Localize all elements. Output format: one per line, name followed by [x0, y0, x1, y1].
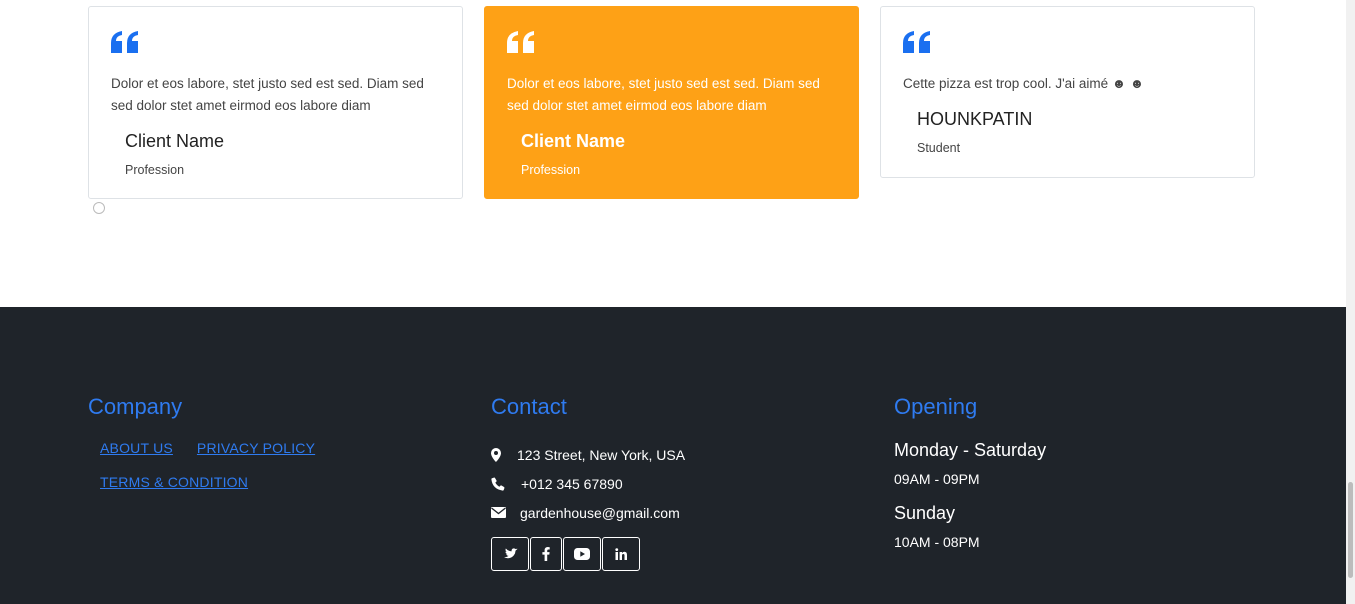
client-name: Client Name — [521, 131, 626, 151]
client-profession: Profession — [125, 163, 185, 177]
address-text: 123 Street, New York, USA — [517, 446, 686, 463]
twitter-button[interactable] — [491, 537, 529, 571]
phone-text: +012 345 67890 — [521, 475, 623, 492]
footer-opening: Opening Monday - Saturday 09AM - 09PM Su… — [894, 394, 1046, 566]
address-row: 123 Street, New York, USA — [491, 440, 685, 469]
company-title: Company — [88, 394, 183, 419]
testimonial-card: Cette pizza est trop cool. J'ai aimé ☻ ☻… — [880, 6, 1255, 178]
envelope-icon — [491, 507, 520, 518]
youtube-button[interactable] — [563, 537, 601, 571]
social-links — [491, 537, 685, 571]
opening-hours-weekdays: 09AM - 09PM — [894, 471, 980, 487]
client-name: HOUNKPATIN — [917, 109, 1033, 129]
quote-icon — [507, 31, 534, 53]
testimonial-card-active: Dolor et eos labore, stet justo sed est … — [484, 6, 859, 199]
footer-company: Company ABOUT US PRIVACY POLICY TERMS & C… — [88, 394, 339, 508]
phone-row: +012 345 67890 — [491, 469, 685, 498]
linkedin-button[interactable] — [602, 537, 640, 571]
testimonial-text: Dolor et eos labore, stet justo sed est … — [507, 76, 820, 113]
facebook-icon — [542, 547, 550, 561]
email-row: gardenhouse@gmail.com — [491, 498, 685, 527]
opening-hours-sunday: 10AM - 08PM — [894, 534, 980, 550]
testimonial-card: Dolor et eos labore, stet justo sed est … — [88, 6, 463, 199]
contact-title: Contact — [491, 394, 567, 419]
testimonial-text: Dolor et eos labore, stet justo sed est … — [111, 76, 424, 113]
opening-day-sunday: Sunday — [894, 503, 956, 523]
scrollbar-thumb[interactable] — [1348, 482, 1353, 578]
youtube-icon — [574, 548, 590, 560]
client-profession: Student — [917, 141, 961, 155]
privacy-policy-link[interactable]: PRIVACY POLICY — [197, 440, 315, 456]
terms-condition-link[interactable]: TERMS & CONDITION — [100, 474, 248, 490]
footer-contact: Contact 123 Street, New York, USA +012 3… — [491, 394, 685, 571]
footer: Company ABOUT US PRIVACY POLICY TERMS & C… — [0, 307, 1346, 604]
about-us-link[interactable]: ABOUT US — [100, 440, 173, 456]
client-name: Client Name — [125, 131, 225, 151]
testimonial-text: Cette pizza est trop cool. J'ai aimé ☻ ☻ — [903, 76, 1145, 91]
email-text: gardenhouse@gmail.com — [520, 504, 680, 521]
linkedin-icon — [615, 548, 627, 560]
map-marker-icon — [491, 447, 517, 462]
twitter-icon — [503, 548, 518, 559]
vertical-scrollbar[interactable] — [1346, 0, 1355, 604]
client-profession: Profession — [521, 163, 581, 177]
quote-icon — [903, 31, 930, 53]
company-links: ABOUT US PRIVACY POLICY TERMS & CONDITION — [88, 440, 339, 508]
carousel-dot[interactable] — [93, 202, 105, 214]
facebook-button[interactable] — [530, 537, 562, 571]
opening-day-weekdays: Monday - Saturday — [894, 440, 1047, 460]
opening-title: Opening — [894, 394, 978, 419]
quote-icon — [111, 31, 138, 53]
phone-icon — [491, 477, 521, 491]
